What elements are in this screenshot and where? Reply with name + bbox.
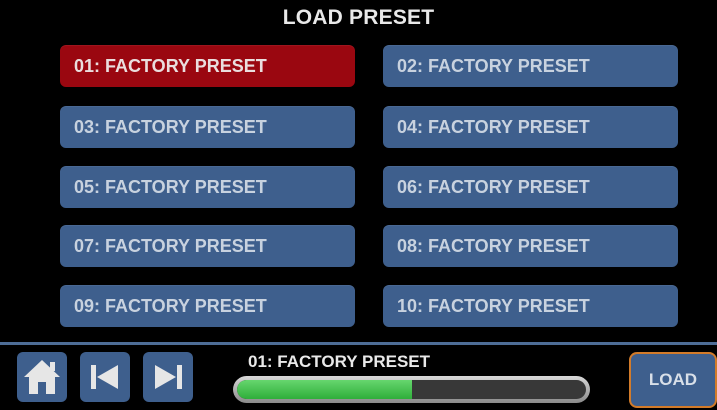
preset-label: 06: FACTORY PRESET (397, 177, 590, 197)
preset-button-05[interactable]: 05: FACTORY PRESET (60, 166, 355, 208)
preset-label: 04: FACTORY PRESET (397, 117, 590, 137)
preset-label: 10: FACTORY PRESET (397, 296, 590, 316)
preset-label: 02: FACTORY PRESET (397, 56, 590, 76)
preset-label: 08: FACTORY PRESET (397, 236, 590, 256)
home-button[interactable] (17, 352, 67, 402)
preset-label: 01: FACTORY PRESET (74, 56, 267, 76)
preset-button-01[interactable]: 01: FACTORY PRESET (60, 45, 355, 87)
preset-button-10[interactable]: 10: FACTORY PRESET (383, 285, 678, 327)
load-button[interactable]: LOAD (629, 352, 717, 408)
preset-button-09[interactable]: 09: FACTORY PRESET (60, 285, 355, 327)
preset-label: 03: FACTORY PRESET (74, 117, 267, 137)
skip-next-icon (155, 365, 182, 389)
preset-button-02[interactable]: 02: FACTORY PRESET (383, 45, 678, 87)
page-title: LOAD PRESET (282, 6, 435, 29)
current-preset-label: 01: FACTORY PRESET (248, 352, 431, 371)
progress-track (237, 380, 586, 399)
next-button[interactable] (143, 352, 193, 402)
progress-fill (237, 380, 412, 399)
preset-button-07[interactable]: 07: FACTORY PRESET (60, 225, 355, 267)
preset-label: 07: FACTORY PRESET (74, 236, 267, 256)
preset-button-08[interactable]: 08: FACTORY PRESET (383, 225, 678, 267)
preset-label: 05: FACTORY PRESET (74, 177, 267, 197)
preset-button-06[interactable]: 06: FACTORY PRESET (383, 166, 678, 208)
preset-button-03[interactable]: 03: FACTORY PRESET (60, 106, 355, 148)
preset-button-04[interactable]: 04: FACTORY PRESET (383, 106, 678, 148)
skip-previous-icon (91, 365, 118, 389)
load-progress-bar (233, 376, 590, 403)
home-icon (24, 360, 60, 394)
preset-screen: LOAD PRESET 01: FACTORY PRESET 02: FACTO… (0, 0, 717, 410)
previous-button[interactable] (80, 352, 130, 402)
preset-label: 09: FACTORY PRESET (74, 296, 267, 316)
